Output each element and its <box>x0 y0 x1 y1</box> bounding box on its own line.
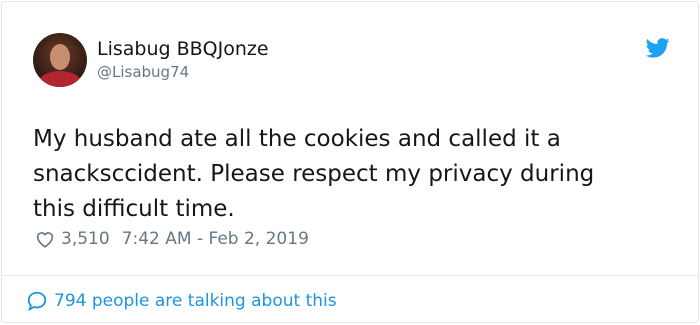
avatar[interactable] <box>33 33 87 87</box>
speech-bubble-icon <box>27 291 47 312</box>
tweet-text-line: this difficult time. <box>33 196 235 222</box>
tweet-header: Lisabug BBQJonze @Lisabug74 <box>33 33 673 89</box>
tweet-card: Lisabug BBQJonze @Lisabug74 My husband a… <box>1 1 699 323</box>
tweet-text-line: My husband ate all the cookies and calle… <box>33 126 561 152</box>
twitter-bird-icon[interactable] <box>646 38 670 58</box>
author-name[interactable]: Lisabug BBQJonze <box>97 37 269 61</box>
conversation-link[interactable]: 794 people are talking about this <box>26 288 337 314</box>
tweet-text: My husband ate all the cookies and calle… <box>33 122 673 227</box>
divider <box>2 275 698 276</box>
tweet-meta: 3,510 7:42 AM - Feb 2, 2019 <box>35 226 309 252</box>
like-count[interactable]: 3,510 <box>61 229 110 249</box>
conversation-text[interactable]: 794 people are talking about this <box>54 291 337 311</box>
avatar-shirt <box>39 71 81 87</box>
timestamp[interactable]: 7:42 AM - Feb 2, 2019 <box>122 229 309 249</box>
avatar-face <box>50 44 70 70</box>
author-handle[interactable]: @Lisabug74 <box>97 62 189 82</box>
tweet-text-line: snacksccident. Please respect my privacy… <box>33 161 595 187</box>
heart-icon[interactable] <box>35 230 55 248</box>
